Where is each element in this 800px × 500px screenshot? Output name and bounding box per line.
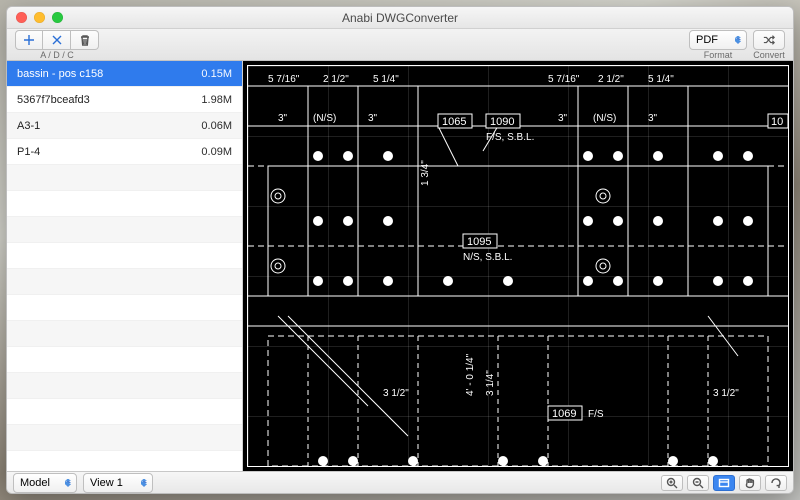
svg-text:5 7/16": 5 7/16" <box>548 74 580 85</box>
table-row <box>7 347 242 373</box>
adc-caption: A / D / C <box>15 51 99 60</box>
table-row <box>7 399 242 425</box>
chevron-updown-icon <box>139 476 149 492</box>
table-row[interactable]: 5367f7bceafd3 1.98M <box>7 87 242 113</box>
table-row <box>7 165 242 191</box>
table-row[interactable]: A3-1 0.06M <box>7 113 242 139</box>
table-row <box>7 243 242 269</box>
view-select[interactable]: View 1 <box>83 473 153 493</box>
table-row <box>7 373 242 399</box>
svg-text:2 1/2": 2 1/2" <box>598 74 624 85</box>
toolbar-left-group: A / D / C <box>15 30 99 60</box>
svg-text:3 1/4": 3 1/4" <box>485 370 496 396</box>
trash-icon <box>79 34 91 46</box>
svg-text:3": 3" <box>558 113 568 124</box>
svg-text:3 1/2": 3 1/2" <box>383 388 409 399</box>
zoom-extents-button[interactable] <box>713 475 735 491</box>
titlebar: Anabi DWGConverter <box>7 7 793 29</box>
fit-icon <box>718 477 730 489</box>
x-icon <box>51 34 63 46</box>
table-row[interactable]: bassin - pos c158 0.15M <box>7 61 242 87</box>
svg-text:3": 3" <box>278 113 288 124</box>
file-name: bassin - pos c158 <box>17 68 103 80</box>
svg-text:5 1/4": 5 1/4" <box>373 74 399 85</box>
table-row <box>7 425 242 451</box>
file-sidebar: bassin - pos c158 0.15M 5367f7bceafd3 1.… <box>7 61 243 471</box>
clear-button[interactable] <box>71 30 99 50</box>
svg-text:N/S, S.B.L.: N/S, S.B.L. <box>463 252 512 263</box>
file-name: P1-4 <box>17 146 40 158</box>
svg-text:5 1/4": 5 1/4" <box>648 74 674 85</box>
plus-icon <box>23 34 35 46</box>
format-caption: Format <box>689 51 747 60</box>
table-row <box>7 217 242 243</box>
adc-button-group <box>15 30 99 50</box>
format-select[interactable]: PDF <box>689 30 747 50</box>
file-size: 1.98M <box>201 94 232 106</box>
svg-text:2 1/2": 2 1/2" <box>323 74 349 85</box>
convert-button[interactable] <box>753 30 785 50</box>
zoom-out-icon <box>692 477 704 489</box>
file-list[interactable]: bassin - pos c158 0.15M 5367f7bceafd3 1.… <box>7 61 242 471</box>
table-row <box>7 295 242 321</box>
window-title: Anabi DWGConverter <box>7 11 793 25</box>
svg-text:3": 3" <box>368 113 378 124</box>
add-button[interactable] <box>15 30 43 50</box>
svg-text:3": 3" <box>648 113 658 124</box>
svg-text:10: 10 <box>771 116 783 128</box>
cad-preview[interactable]: 1065 1090 F/S, S.B.L. 1095 N/S, S.B.L. 1… <box>243 61 793 471</box>
chevron-updown-icon <box>63 476 73 492</box>
toolbar: A / D / C PDF Format Convert <box>7 29 793 61</box>
view-select-value: View 1 <box>90 477 123 489</box>
refresh-button[interactable] <box>765 475 787 491</box>
table-row <box>7 321 242 347</box>
file-name: A3-1 <box>17 120 40 132</box>
table-row <box>7 269 242 295</box>
bottom-bar-left: Model View 1 <box>13 473 153 493</box>
svg-text:3 1/2": 3 1/2" <box>713 388 739 399</box>
svg-text:(N/S): (N/S) <box>593 113 616 124</box>
zoom-in-button[interactable] <box>661 475 683 491</box>
convert-caption: Convert <box>753 51 785 60</box>
svg-text:1095: 1095 <box>467 236 491 248</box>
svg-text:1090: 1090 <box>490 116 514 128</box>
svg-text:F/S, S.B.L.: F/S, S.B.L. <box>486 132 534 143</box>
format-select-value: PDF <box>696 34 718 46</box>
shuffle-icon <box>763 34 775 46</box>
zoom-out-button[interactable] <box>687 475 709 491</box>
toolbar-right-group: PDF Format Convert <box>689 30 785 60</box>
svg-text:(N/S): (N/S) <box>313 113 336 124</box>
file-name: 5367f7bceafd3 <box>17 94 90 106</box>
svg-text:1065: 1065 <box>442 116 466 128</box>
main-area: bassin - pos c158 0.15M 5367f7bceafd3 1.… <box>7 61 793 471</box>
svg-text:1069: 1069 <box>552 408 576 420</box>
file-size: 0.06M <box>201 120 232 132</box>
space-select[interactable]: Model <box>13 473 77 493</box>
svg-text:F/S: F/S <box>588 409 604 420</box>
hand-icon <box>744 477 756 489</box>
file-size: 0.15M <box>201 68 232 80</box>
cad-drawing: 1065 1090 F/S, S.B.L. 1095 N/S, S.B.L. 1… <box>247 65 789 467</box>
bottom-bar: Model View 1 <box>7 471 793 493</box>
pan-button[interactable] <box>739 475 761 491</box>
svg-text:1 3/4": 1 3/4" <box>420 160 431 186</box>
svg-text:4' - 0 1/4": 4' - 0 1/4" <box>465 353 476 396</box>
app-window: Anabi DWGConverter A / D / C PDF <box>6 6 794 494</box>
bottom-bar-right <box>661 475 787 491</box>
delete-button[interactable] <box>43 30 71 50</box>
refresh-icon <box>770 477 782 489</box>
space-select-value: Model <box>20 477 50 489</box>
svg-text:5 7/16": 5 7/16" <box>268 74 300 85</box>
chevron-updown-icon <box>733 33 743 49</box>
table-row <box>7 191 242 217</box>
zoom-in-icon <box>666 477 678 489</box>
table-row[interactable]: P1-4 0.09M <box>7 139 242 165</box>
file-size: 0.09M <box>201 146 232 158</box>
